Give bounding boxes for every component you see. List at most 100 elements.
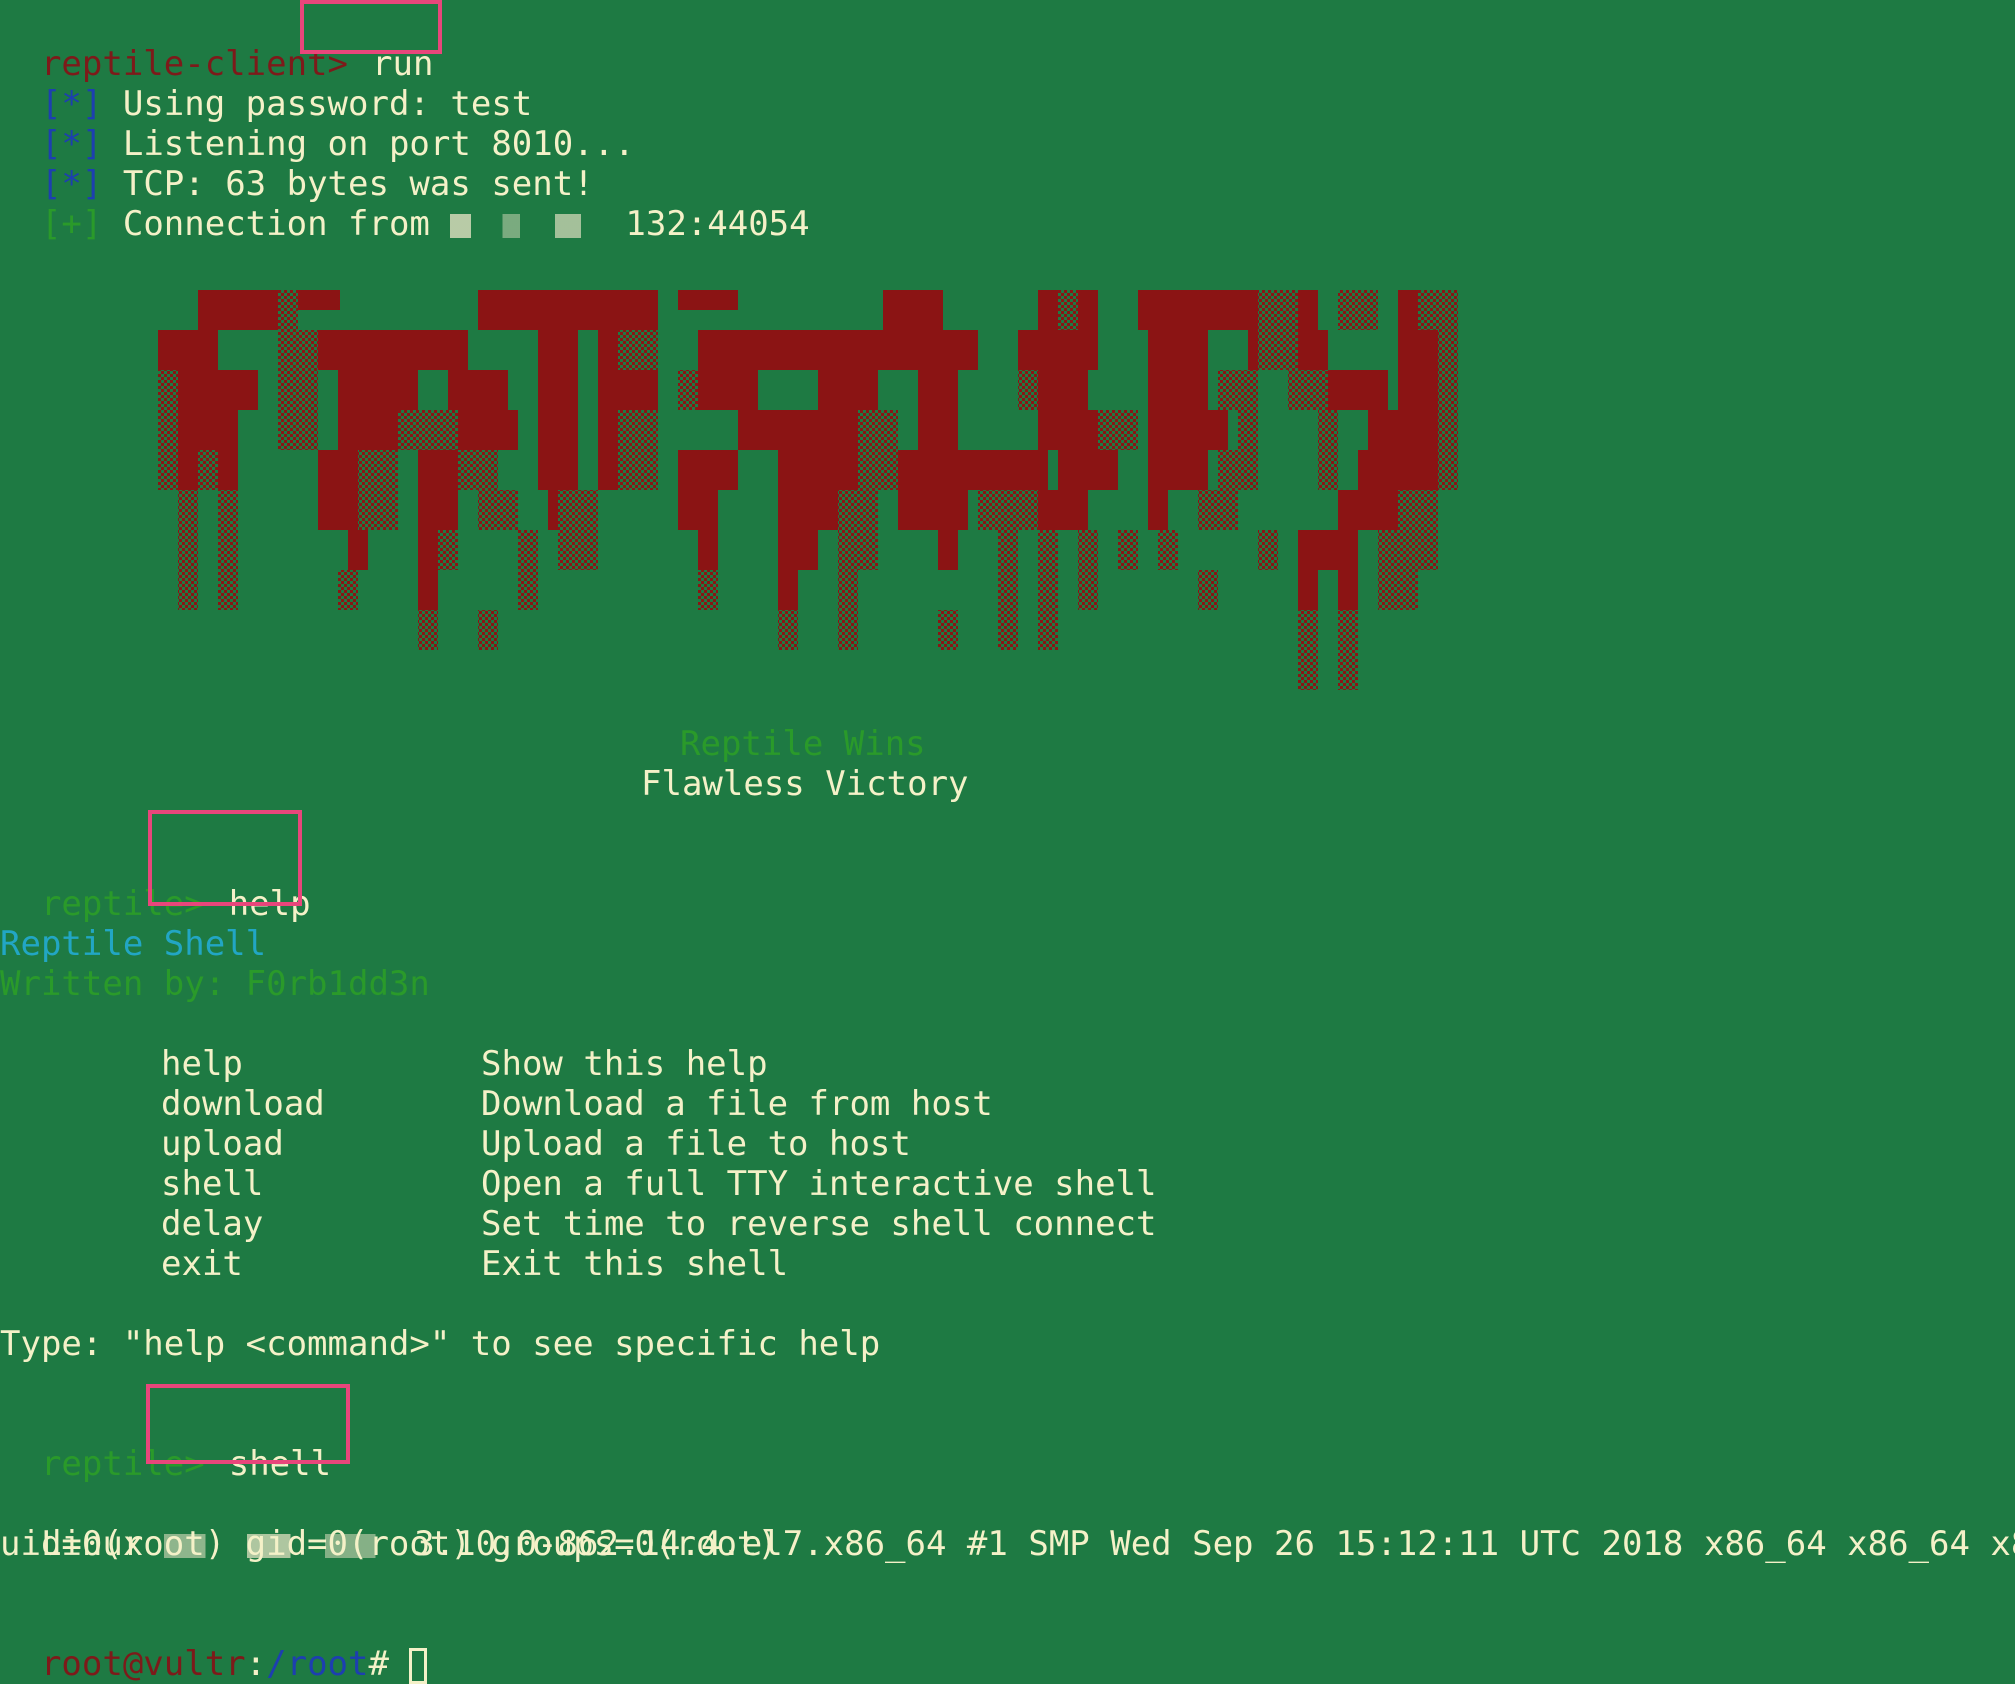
type-hint: Type: "help <command>" to see specific h… (0, 1324, 881, 1364)
logo-block (558, 530, 598, 570)
logo-block (278, 330, 318, 370)
logo-block (998, 610, 1018, 650)
info-line-password: [*] Using password: test (0, 44, 532, 124)
logo-block (1038, 410, 1098, 450)
logo-block (1298, 650, 1318, 690)
logo-block (158, 330, 218, 370)
logo-block (598, 370, 658, 410)
logo-block (978, 490, 1038, 530)
logo-block (1378, 570, 1418, 610)
command-desc: Upload a file to host (481, 1124, 911, 1164)
logo-block (318, 490, 358, 530)
logo-block (178, 530, 198, 570)
logo-block (1148, 450, 1208, 490)
logo-block (538, 450, 578, 490)
logo-block (1038, 570, 1058, 610)
logo-block (678, 450, 738, 490)
command-name: download (161, 1084, 325, 1124)
logo-block (858, 450, 898, 490)
logo-block (518, 570, 538, 610)
logo-block (1148, 330, 1208, 370)
logo-block (1198, 490, 1238, 530)
logo-block (698, 330, 758, 370)
logo-block (178, 410, 238, 450)
logo-block (348, 530, 368, 570)
root-user-host: root@vultr (40, 1644, 246, 1684)
logo-block (538, 290, 658, 330)
command-desc: Exit this shell (481, 1244, 789, 1284)
logo-block (898, 450, 1048, 490)
logo-block (1038, 530, 1058, 570)
logo-block (1118, 530, 1138, 570)
info-line-port: [*] Listening on port 8010... (0, 84, 635, 164)
logo-block (1198, 570, 1218, 610)
logo-block (1318, 450, 1338, 490)
logo-block (1258, 530, 1278, 570)
root-prompt-line: root@vultr:/root# (0, 1604, 428, 1684)
logo-block (1368, 410, 1448, 450)
logo-block (918, 410, 958, 450)
logo-block (218, 530, 238, 570)
connection-port: 132:44054 (625, 204, 810, 244)
logo-block (158, 410, 178, 450)
logo-block (1438, 450, 1458, 490)
logo-block (698, 530, 718, 570)
uname-line: Linux 3.10.0-862.14.4.el7.x86_64 #1 SMP … (0, 1484, 2015, 1564)
logo-block (1148, 490, 1168, 530)
root-colon: : (245, 1644, 267, 1684)
logo-block (398, 410, 458, 450)
command-desc: Set time to reverse shell connect (481, 1204, 1157, 1244)
logo-block (1238, 410, 1258, 450)
logo-block (778, 530, 818, 570)
logo-block (538, 370, 578, 410)
logo-block (838, 490, 878, 530)
logo-block (478, 490, 518, 530)
logo-block (998, 570, 1018, 610)
highlight-help (148, 810, 302, 906)
logo-block (418, 570, 438, 610)
connection-line: [+] Connection from 132:44054 (0, 164, 810, 244)
logo-block (858, 410, 898, 450)
logo-block (458, 450, 498, 490)
logo-block (1358, 450, 1438, 490)
logo-block (938, 610, 958, 650)
logo-block (178, 490, 198, 530)
logo-block (618, 410, 658, 450)
logo-block (678, 490, 718, 530)
logo-block (278, 290, 298, 330)
logo-block (1288, 370, 1328, 410)
logo-block (1318, 410, 1338, 450)
logo-block (1438, 370, 1458, 410)
id-line: uid=0(root) gid=0(root) groups=0(root) (0, 1524, 778, 1564)
logo-block (418, 490, 458, 530)
logo-block (618, 450, 658, 490)
logo-block (1018, 330, 1098, 370)
author-line: Written by: F0rb1dd3n (0, 964, 430, 1004)
logo-block (1018, 370, 1038, 410)
logo-block (1338, 490, 1398, 530)
terminal-cursor[interactable] (409, 1647, 428, 1684)
logo-block (1098, 410, 1138, 450)
logo-block (338, 330, 468, 370)
logo-block (618, 330, 658, 370)
logo-block (558, 490, 598, 530)
logo-block (1148, 370, 1208, 410)
logo-block (818, 370, 878, 410)
logo-block (278, 410, 318, 450)
root-hash: # (368, 1644, 410, 1684)
logo-block (158, 370, 178, 410)
info-line-tcp: [*] TCP: 63 bytes was sent! (0, 124, 594, 204)
logo-block (1258, 290, 1298, 330)
logo-block (778, 570, 798, 610)
logo-block (698, 370, 758, 410)
logo-block (338, 370, 418, 410)
logo-block (1218, 370, 1258, 410)
logo-block (278, 370, 318, 410)
logo-block (538, 410, 578, 450)
success-tag: [+] (40, 204, 103, 244)
command-name: help (161, 1044, 243, 1084)
reptile-ascii-logo (158, 290, 1458, 690)
highlight-shell (146, 1384, 350, 1464)
logo-block (1218, 450, 1258, 490)
logo-block (1438, 410, 1458, 450)
